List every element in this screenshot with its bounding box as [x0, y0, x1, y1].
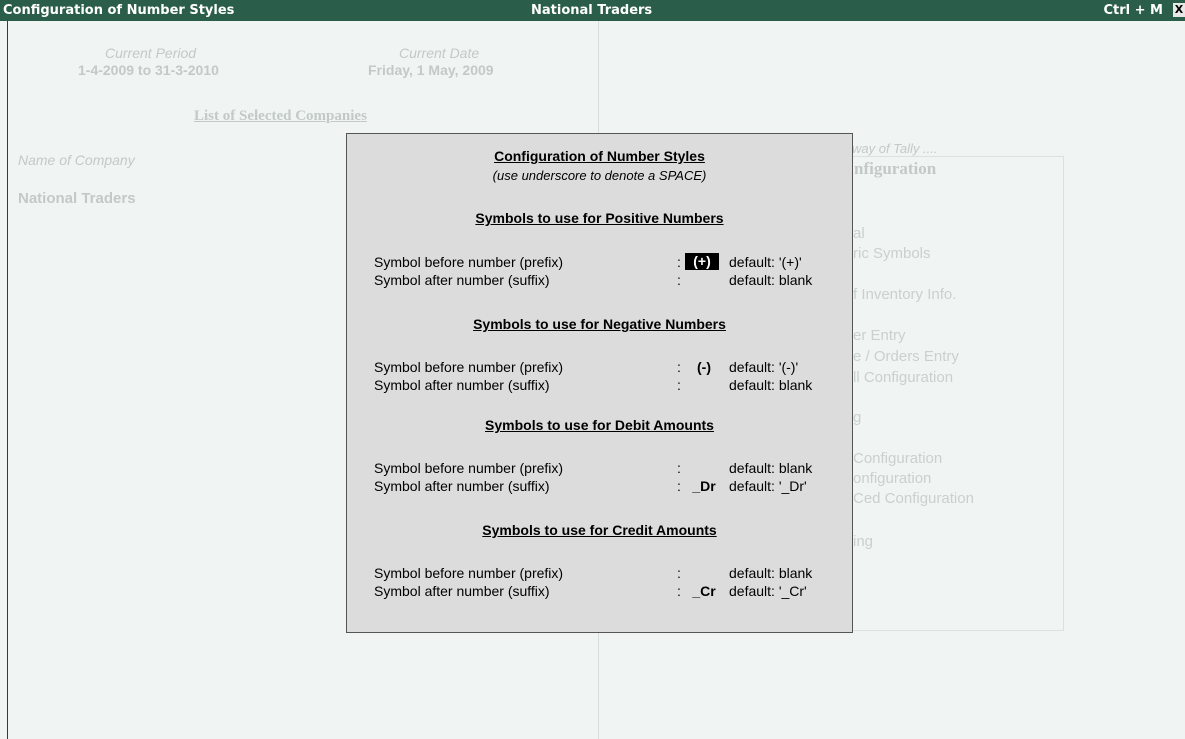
current-period-label: Current Period: [105, 45, 197, 61]
default-hint: default: '(-)': [729, 359, 799, 375]
default-hint: default: blank: [729, 377, 813, 393]
field-label: Symbol before number (prefix): [374, 359, 564, 375]
default-hint: default: blank: [729, 565, 813, 581]
field-label: Symbol after number (suffix): [374, 583, 550, 599]
separator: :: [677, 272, 681, 288]
menu-item[interactable]: g: [853, 409, 861, 426]
dialog-title: Configuration of Number Styles: [494, 148, 705, 164]
field-label: Symbol before number (prefix): [374, 254, 564, 270]
name-of-company-label: Name of Company: [18, 152, 135, 168]
default-hint: default: '_Dr': [729, 478, 807, 494]
current-date-label: Current Date: [399, 45, 480, 61]
menu-item[interactable]: ll Configuration: [853, 369, 953, 386]
separator: :: [677, 565, 681, 581]
separator: :: [677, 460, 681, 476]
menu-item[interactable]: er Entry: [853, 327, 906, 344]
company-title: National Traders: [531, 3, 653, 18]
default-hint: default: blank: [729, 272, 813, 288]
credit-suffix-input[interactable]: _Cr: [687, 583, 721, 599]
shortcut-hint: Ctrl + M: [1103, 3, 1163, 18]
debit-suffix-row: Symbol after number (suffix) : _Dr defau…: [374, 478, 834, 496]
menu-item[interactable]: onfiguration: [853, 470, 931, 487]
gateway-menu-heading: nfiguration: [854, 159, 937, 178]
selected-companies-heading: List of Selected Companies: [194, 108, 367, 124]
separator: :: [677, 478, 681, 494]
menu-item[interactable]: ric Symbols: [853, 245, 931, 262]
current-date-value: Friday, 1 May, 2009: [368, 62, 494, 78]
credit-amounts-heading: Symbols to use for Credit Amounts: [482, 522, 717, 538]
field-label: Symbol after number (suffix): [374, 272, 550, 288]
default-hint: default: blank: [729, 460, 813, 476]
negative-prefix-row: Symbol before number (prefix) : (-) defa…: [374, 359, 834, 377]
debit-prefix-row: Symbol before number (prefix) : default:…: [374, 460, 834, 478]
field-label: Symbol after number (suffix): [374, 478, 550, 494]
debit-suffix-input[interactable]: _Dr: [687, 478, 721, 494]
close-icon[interactable]: X: [1173, 3, 1185, 17]
number-styles-dialog: Configuration of Number Styles (use unde…: [346, 133, 853, 633]
menu-item[interactable]: ing: [853, 533, 873, 550]
negative-prefix-input[interactable]: (-): [687, 359, 721, 375]
field-label: Symbol before number (prefix): [374, 565, 564, 581]
menu-item[interactable]: Configuration: [853, 450, 942, 467]
menu-item[interactable]: e / Orders Entry: [853, 348, 959, 365]
debit-amounts-heading: Symbols to use for Debit Amounts: [485, 417, 714, 433]
menu-item[interactable]: f Inventory Info.: [853, 286, 956, 303]
positive-suffix-row: Symbol after number (suffix) : default: …: [374, 272, 834, 290]
separator: :: [677, 583, 681, 599]
separator: :: [677, 254, 681, 270]
menu-item[interactable]: Ced Configuration: [853, 490, 974, 507]
positive-prefix-row: Symbol before number (prefix) : (+) defa…: [374, 253, 834, 272]
credit-prefix-row: Symbol before number (prefix) : default:…: [374, 565, 834, 583]
default-hint: default: '_Cr': [729, 583, 807, 599]
positive-prefix-input[interactable]: (+): [685, 253, 719, 270]
company-list-item[interactable]: National Traders: [18, 190, 136, 207]
current-period-value: 1-4-2009 to 31-3-2010: [78, 62, 219, 78]
negative-suffix-row: Symbol after number (suffix) : default: …: [374, 377, 834, 395]
separator: :: [677, 377, 681, 393]
gateway-title: way of Tally ....: [852, 141, 938, 156]
title-bar: Configuration of Number Styles National …: [0, 0, 1185, 21]
dialog-subtitle: (use underscore to denote a SPACE): [492, 168, 707, 183]
screen-title: Configuration of Number Styles: [3, 3, 235, 18]
negative-numbers-heading: Symbols to use for Negative Numbers: [473, 316, 726, 332]
positive-numbers-heading: Symbols to use for Positive Numbers: [475, 210, 724, 226]
field-label: Symbol after number (suffix): [374, 377, 550, 393]
menu-item[interactable]: al: [853, 225, 865, 242]
default-hint: default: '(+)': [729, 254, 802, 270]
field-label: Symbol before number (prefix): [374, 460, 564, 476]
separator: :: [677, 359, 681, 375]
credit-suffix-row: Symbol after number (suffix) : _Cr defau…: [374, 583, 834, 601]
